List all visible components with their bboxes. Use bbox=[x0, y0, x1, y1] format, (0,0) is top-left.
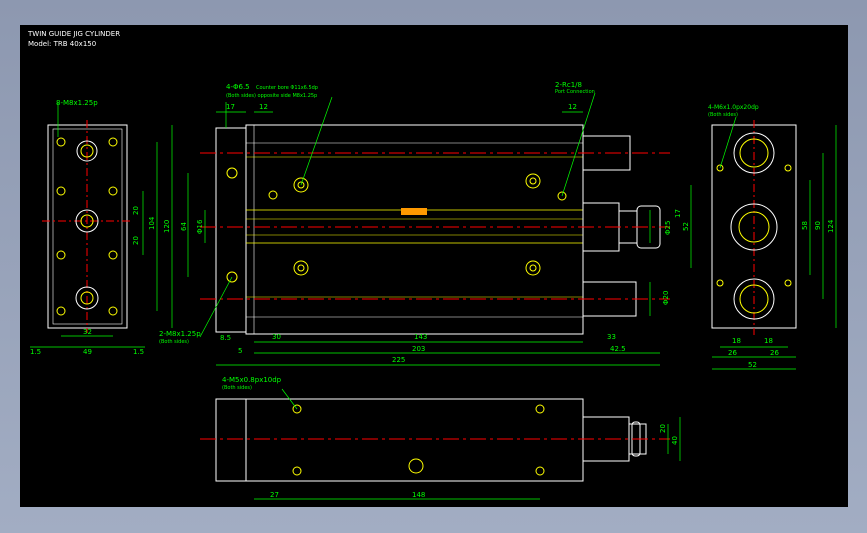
right-tap-hole bbox=[716, 279, 724, 287]
dim-phi25: Φ25 bbox=[664, 221, 672, 235]
leader-line bbox=[561, 92, 596, 197]
left-tap-hole bbox=[108, 137, 118, 147]
dim-side-r: 1.5 bbox=[133, 348, 144, 356]
dim-12b: 12 bbox=[568, 103, 577, 111]
right-tap-hole bbox=[784, 279, 792, 287]
right-end-view: 4-M6x1.0px20dp (Both sides) 18 18 26 26 … bbox=[708, 104, 837, 370]
dim-20: 20 bbox=[659, 424, 667, 433]
dim-40: 40 bbox=[671, 436, 679, 445]
dim-v1: 20 bbox=[132, 206, 140, 215]
front-note-lb-sub: (Both sides) bbox=[159, 339, 189, 345]
front-note-left: 4-Φ6.5 bbox=[226, 83, 250, 91]
dim-side-l: 1.5 bbox=[30, 348, 41, 356]
bottom-body-outline bbox=[245, 398, 584, 482]
dim-v4: 120 bbox=[163, 220, 171, 233]
left-tap-hole bbox=[56, 306, 66, 316]
front-tap-hole bbox=[226, 167, 238, 179]
cad-viewport[interactable]: TWIN GUIDE JIG CYLINDER Model: TRB 40x15… bbox=[20, 25, 848, 507]
dim-26a: 26 bbox=[728, 349, 737, 357]
left-tap-hole bbox=[108, 306, 118, 316]
bottom-tap-hole bbox=[535, 466, 545, 476]
dim-12a: 12 bbox=[259, 103, 268, 111]
drawing-model: Model: TRB 40x150 bbox=[28, 40, 96, 48]
front-view: 4-Φ6.5 Counter bore Φ11x6.5dp (Both side… bbox=[159, 81, 692, 366]
front-note-main: Counter bore Φ11x6.5dp bbox=[256, 85, 318, 91]
dim-17: 17 bbox=[226, 103, 235, 111]
bottom-tap-hole bbox=[535, 404, 545, 414]
dim-58: 58 bbox=[801, 221, 809, 230]
counterbore-hole bbox=[293, 260, 309, 276]
nameplate-label bbox=[401, 208, 427, 215]
left-tap-hole bbox=[56, 250, 66, 260]
counterbore-inner bbox=[529, 264, 537, 272]
front-note-lb: 2-M8x1.25p bbox=[159, 330, 201, 338]
bottom-center-hole bbox=[408, 458, 424, 474]
dim-30: 30 bbox=[272, 333, 281, 341]
bottom-note-sub: (Both sides) bbox=[222, 385, 252, 391]
dim-64: 64 bbox=[180, 222, 188, 231]
dim-phi20: Φ20 bbox=[662, 291, 670, 305]
dim-143: 143 bbox=[414, 333, 427, 341]
dim-width: 49 bbox=[83, 348, 92, 356]
dim-42-5: 42.5 bbox=[610, 345, 626, 353]
dim-124: 124 bbox=[827, 219, 835, 233]
counterbore-hole bbox=[525, 260, 541, 276]
dim-148: 148 bbox=[412, 491, 425, 499]
dim-203: 203 bbox=[412, 345, 425, 353]
dim-18a: 18 bbox=[732, 337, 741, 345]
dim-27: 27 bbox=[270, 491, 279, 499]
dim-phi16: Φ16 bbox=[196, 219, 204, 234]
dim-18b: 18 bbox=[764, 337, 773, 345]
counterbore-inner bbox=[297, 264, 305, 272]
bottom-view: 4-M5x0.8px10dp (Both sides) 27 148 20 40 bbox=[200, 376, 681, 500]
front-body-outline bbox=[245, 124, 584, 335]
left-end-view: 8-M8x1.25p 49 1.5 1.5 32 20 20 104 120 bbox=[30, 99, 173, 356]
right-tap-hole bbox=[784, 164, 792, 172]
dim-33: 33 bbox=[607, 333, 616, 341]
front-note-rc: 2-Rc1/8 bbox=[555, 81, 582, 89]
bottom-end-plate bbox=[215, 398, 247, 482]
dim-52: 52 bbox=[682, 222, 690, 231]
dim-v3: 104 bbox=[148, 216, 156, 230]
dim-52: 52 bbox=[748, 361, 757, 369]
right-note-top: 4-M6x1.0px20dp bbox=[708, 104, 759, 111]
left-note-top: 8-M8x1.25p bbox=[56, 99, 98, 107]
drawing-title: TWIN GUIDE JIG CYLINDER bbox=[27, 30, 120, 38]
dim-17r: 17 bbox=[674, 209, 682, 218]
dim-5: 5 bbox=[238, 347, 242, 355]
front-end-plate bbox=[215, 127, 247, 333]
dim-225: 225 bbox=[392, 356, 405, 364]
left-tap-hole bbox=[108, 250, 118, 260]
front-note-sub: (Both sides) opposite side M8x1.25p bbox=[226, 93, 317, 99]
left-tap-hole bbox=[108, 186, 118, 196]
left-tap-hole bbox=[56, 186, 66, 196]
right-note-sub: (Both sides) bbox=[708, 112, 738, 118]
counterbore-hole bbox=[525, 173, 541, 189]
left-tap-hole bbox=[56, 137, 66, 147]
bottom-note: 4-M5x0.8px10dp bbox=[222, 376, 282, 384]
dim-90: 90 bbox=[814, 221, 822, 230]
window-frame: TWIN GUIDE JIG CYLINDER Model: TRB 40x15… bbox=[0, 0, 867, 533]
dim-inner: 32 bbox=[83, 328, 92, 336]
bottom-tap-hole bbox=[292, 466, 302, 476]
counterbore-inner bbox=[529, 177, 537, 185]
front-port-hole bbox=[268, 190, 278, 200]
drawing-svg: TWIN GUIDE JIG CYLINDER Model: TRB 40x15… bbox=[27, 30, 837, 500]
leader-line bbox=[300, 96, 333, 186]
dim-26b: 26 bbox=[770, 349, 779, 357]
front-note-rc-sub: Port Connection bbox=[555, 89, 595, 95]
dim-8-5: 8.5 bbox=[220, 334, 231, 342]
dim-v2: 20 bbox=[132, 236, 140, 245]
